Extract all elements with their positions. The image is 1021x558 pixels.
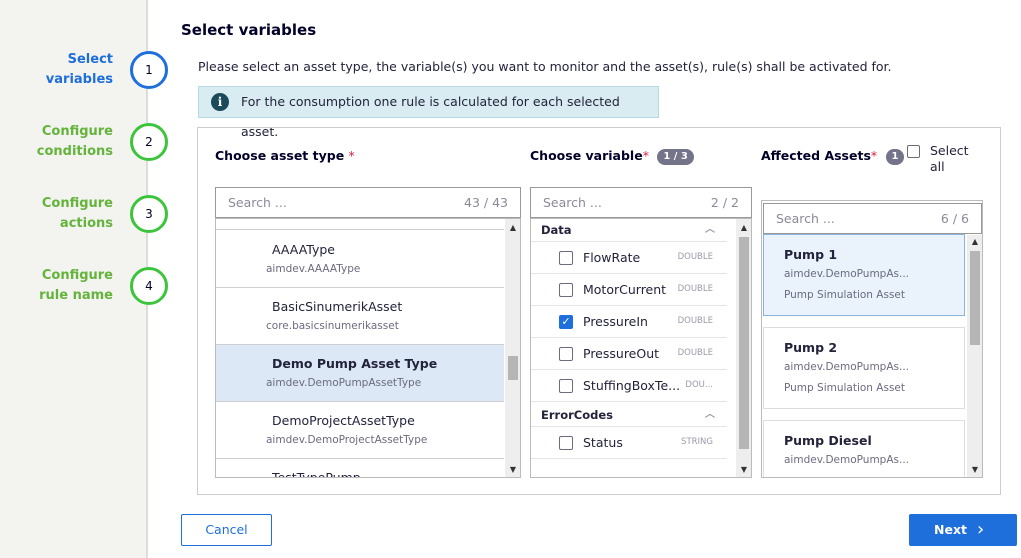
- group-header-data[interactable]: Data ︿: [531, 219, 727, 242]
- variable-row[interactable]: FlowRate DOUBLE: [531, 242, 727, 274]
- list-item-partial: [216, 219, 504, 230]
- asset-type-item[interactable]: BasicSinumerikAsset core.basicsinumerika…: [216, 288, 504, 345]
- intro-text: Please select an asset type, the variabl…: [198, 59, 892, 74]
- asset-type-title: Choose asset type *: [215, 148, 355, 163]
- assets-title: Affected Assets* 1: [761, 148, 905, 165]
- variable-checkbox[interactable]: [559, 283, 573, 297]
- scroll-down-icon[interactable]: ▼: [507, 465, 519, 474]
- scroll-up-icon[interactable]: ▲: [738, 223, 750, 232]
- variable-row[interactable]: MotorCurrent DOUBLE: [531, 274, 727, 306]
- assets-list[interactable]: Search ... 6 / 6 Pump 1 aimdev.DemoPumpA…: [761, 200, 983, 478]
- assets-count-badge: 1: [885, 149, 905, 165]
- chevron-up-icon: ︿: [705, 224, 715, 235]
- next-button[interactable]: Next ›: [909, 514, 1017, 546]
- chevron-up-icon: ︿: [705, 409, 715, 420]
- step-number-circle: 1: [130, 51, 168, 89]
- variable-checkbox[interactable]: [559, 251, 573, 265]
- step-label: Configure actions: [41, 196, 113, 231]
- variable-row[interactable]: Status STRING: [531, 427, 727, 459]
- variable-search-count: 2 / 2: [710, 195, 739, 210]
- scroll-up-icon[interactable]: ▲: [969, 237, 981, 246]
- scroll-down-icon[interactable]: ▼: [969, 465, 981, 474]
- variable-title: Choose variable* 1 / 3: [530, 148, 694, 165]
- step-number-circle: 3: [130, 195, 168, 233]
- variable-row[interactable]: StuffingBoxTe... DOU...: [531, 370, 727, 402]
- variable-row[interactable]: ✓ PressureIn DOUBLE: [531, 306, 727, 338]
- asset-type-item-selected[interactable]: Demo Pump Asset Type aimdev.DemoPumpAsse…: [216, 345, 504, 402]
- group-header-errorcodes[interactable]: ErrorCodes ︿: [531, 404, 727, 427]
- scrollbar-thumb[interactable]: [970, 251, 980, 345]
- variable-checkbox-checked[interactable]: ✓: [559, 315, 573, 329]
- cancel-button[interactable]: Cancel: [181, 514, 272, 546]
- step-configure-actions[interactable]: Configure actions 3: [0, 184, 175, 244]
- step-label: Configure rule name: [39, 268, 113, 303]
- asset-type-search-input[interactable]: Search ... 43 / 43: [215, 187, 521, 218]
- scrollbar-thumb[interactable]: [508, 356, 518, 380]
- scrollbar[interactable]: [505, 219, 520, 477]
- variable-checkbox[interactable]: [559, 379, 573, 393]
- asset-type-item[interactable]: AAAAType aimdev.AAAAType: [216, 231, 504, 288]
- step-label: Select variables: [45, 52, 113, 87]
- variable-count-badge: 1 / 3: [657, 149, 694, 165]
- asset-type-list[interactable]: AAAAType aimdev.AAAAType BasicSinumerikA…: [215, 218, 521, 478]
- scroll-up-icon[interactable]: ▲: [507, 223, 519, 232]
- asset-card[interactable]: Pump Diesel aimdev.DemoPumpAs...: [763, 420, 965, 477]
- assets-search-count: 6 / 6: [940, 211, 969, 226]
- variable-checkbox[interactable]: [559, 347, 573, 361]
- info-banner: i For the consumption one rule is calcul…: [198, 86, 659, 139]
- asset-card[interactable]: Pump 2 aimdev.DemoPumpAs... Pump Simulat…: [763, 327, 965, 409]
- asset-type-item[interactable]: TestTypePump: [216, 459, 504, 477]
- asset-type-search-count: 43 / 43: [464, 195, 508, 210]
- step-label: Configure conditions: [36, 124, 113, 159]
- chevron-right-icon: ›: [977, 519, 985, 540]
- scroll-down-icon[interactable]: ▼: [738, 465, 750, 474]
- step-number-circle: 2: [130, 123, 168, 161]
- variable-row[interactable]: PressureOut DOUBLE: [531, 338, 727, 370]
- step-configure-rule-name[interactable]: Configure rule name 4: [0, 256, 175, 316]
- page-title: Select variables: [181, 21, 317, 39]
- step-configure-conditions[interactable]: Configure conditions 2: [0, 112, 175, 172]
- variable-list[interactable]: Data ︿ FlowRate DOUBLE MotorCurrent DOUBL…: [530, 218, 752, 478]
- variable-checkbox[interactable]: [559, 436, 573, 450]
- step-number-circle: 4: [130, 267, 168, 305]
- variable-search-input[interactable]: Search ... 2 / 2: [530, 187, 752, 218]
- step-select-variables[interactable]: Select variables 1: [0, 40, 175, 100]
- asset-type-item[interactable]: DemoProjectAssetType aimdev.DemoProjectA…: [216, 402, 504, 459]
- info-icon: i: [211, 93, 229, 111]
- asset-card-selected[interactable]: Pump 1 aimdev.DemoPumpAs... Pump Simulat…: [763, 234, 965, 316]
- assets-search-input[interactable]: Search ... 6 / 6: [763, 203, 982, 234]
- scrollbar-thumb[interactable]: [739, 237, 749, 449]
- checkbox[interactable]: [907, 145, 920, 158]
